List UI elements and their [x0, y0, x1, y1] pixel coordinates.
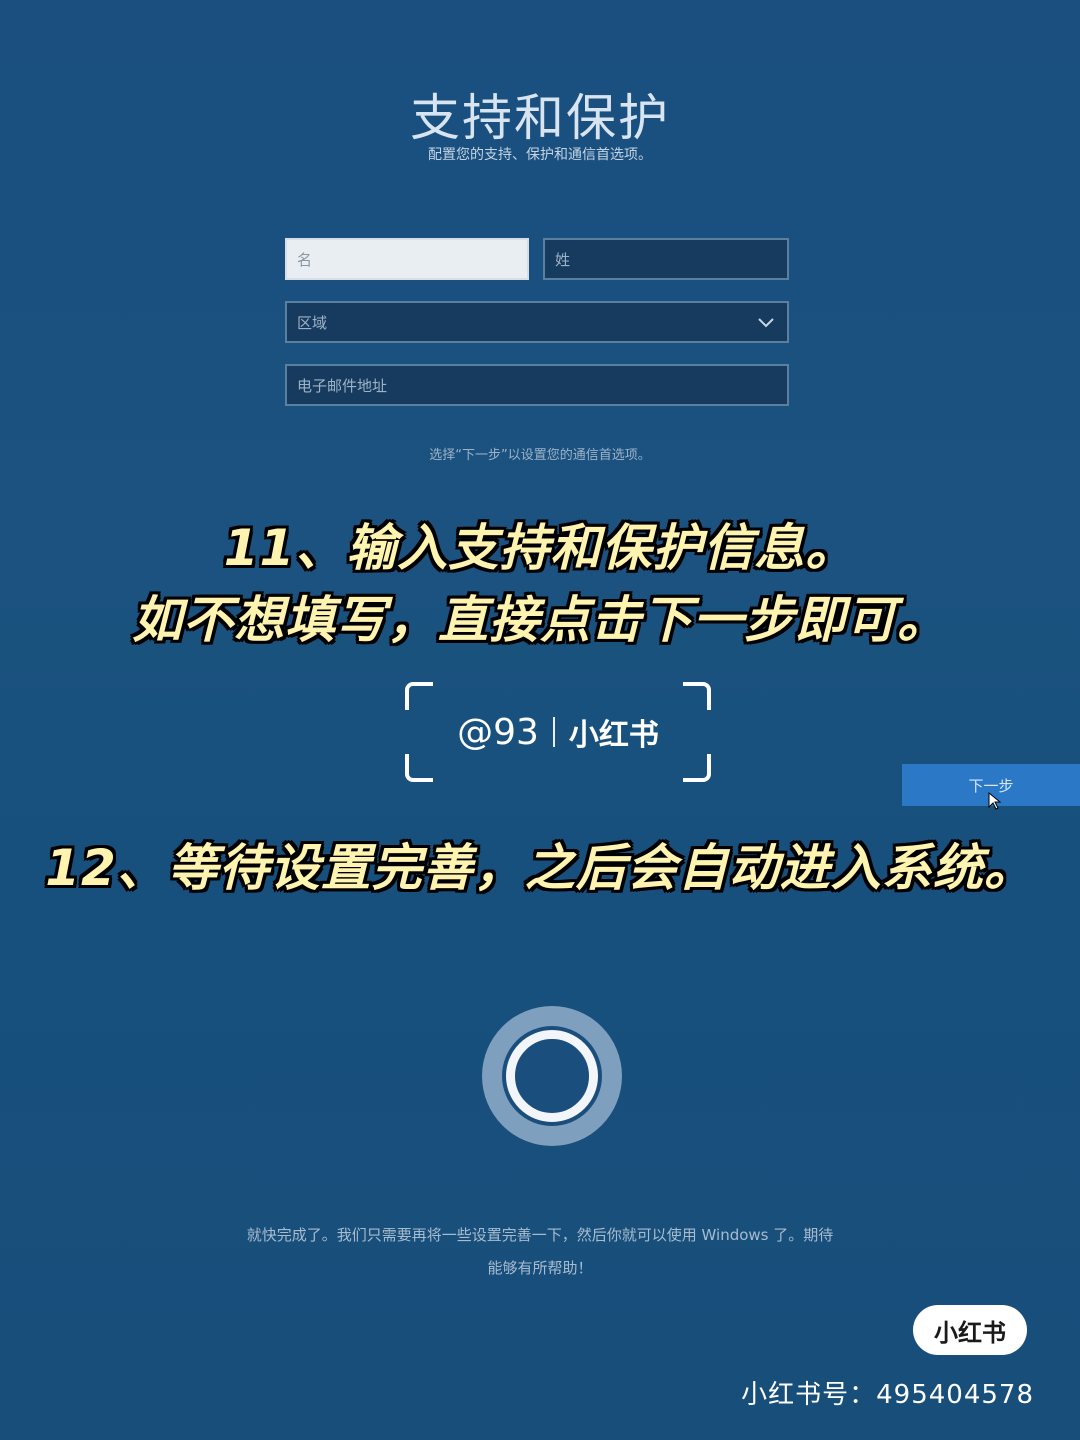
loading-spinner-icon — [506, 1030, 598, 1122]
watermark-handle: @93 — [457, 711, 539, 753]
region-select[interactable]: 区域 — [285, 301, 789, 343]
email-field[interactable]: 电子邮件地址 — [285, 364, 789, 406]
watermark: @93 小红书 — [405, 682, 711, 782]
next-hint: 选择“下一步”以设置您的通信首选项。 — [429, 448, 651, 463]
last-name-placeholder: 姓 — [555, 250, 571, 269]
mouse-cursor-icon — [988, 792, 1002, 810]
loading-message-line-2: 能够有所帮助！ — [487, 1259, 593, 1277]
first-name-field[interactable]: 名 — [285, 238, 529, 280]
last-name-field[interactable]: 姓 — [543, 238, 789, 280]
brand-logo-badge: 小红书 — [913, 1305, 1027, 1355]
brand-account-id: 小红书号：495404578 — [741, 1380, 1034, 1410]
loading-message-line-1: 就快完成了。我们只需要再将一些设置完善一下，然后你就可以使用 Windows 了… — [246, 1226, 834, 1244]
email-placeholder: 电子邮件地址 — [297, 376, 388, 395]
first-name-placeholder: 名 — [297, 250, 313, 269]
page-subtitle: 配置您的支持、保护和通信首选项。 — [428, 147, 652, 163]
caption-step-12: 12、等待设置完善，之后会自动进入系统。 — [45, 839, 1035, 897]
chevron-down-icon — [758, 318, 774, 328]
page-title: 支持和保护 — [410, 89, 670, 147]
watermark-content: @93 小红书 — [405, 682, 711, 782]
watermark-divider — [552, 717, 555, 747]
caption-step-11-line-1: 11、输入支持和保护信息。 — [223, 519, 857, 577]
region-placeholder: 区域 — [297, 313, 328, 332]
caption-step-11-line-2: 如不想填写，直接点击下一步即可。 — [132, 591, 948, 649]
watermark-brand: 小红书 — [568, 718, 659, 753]
